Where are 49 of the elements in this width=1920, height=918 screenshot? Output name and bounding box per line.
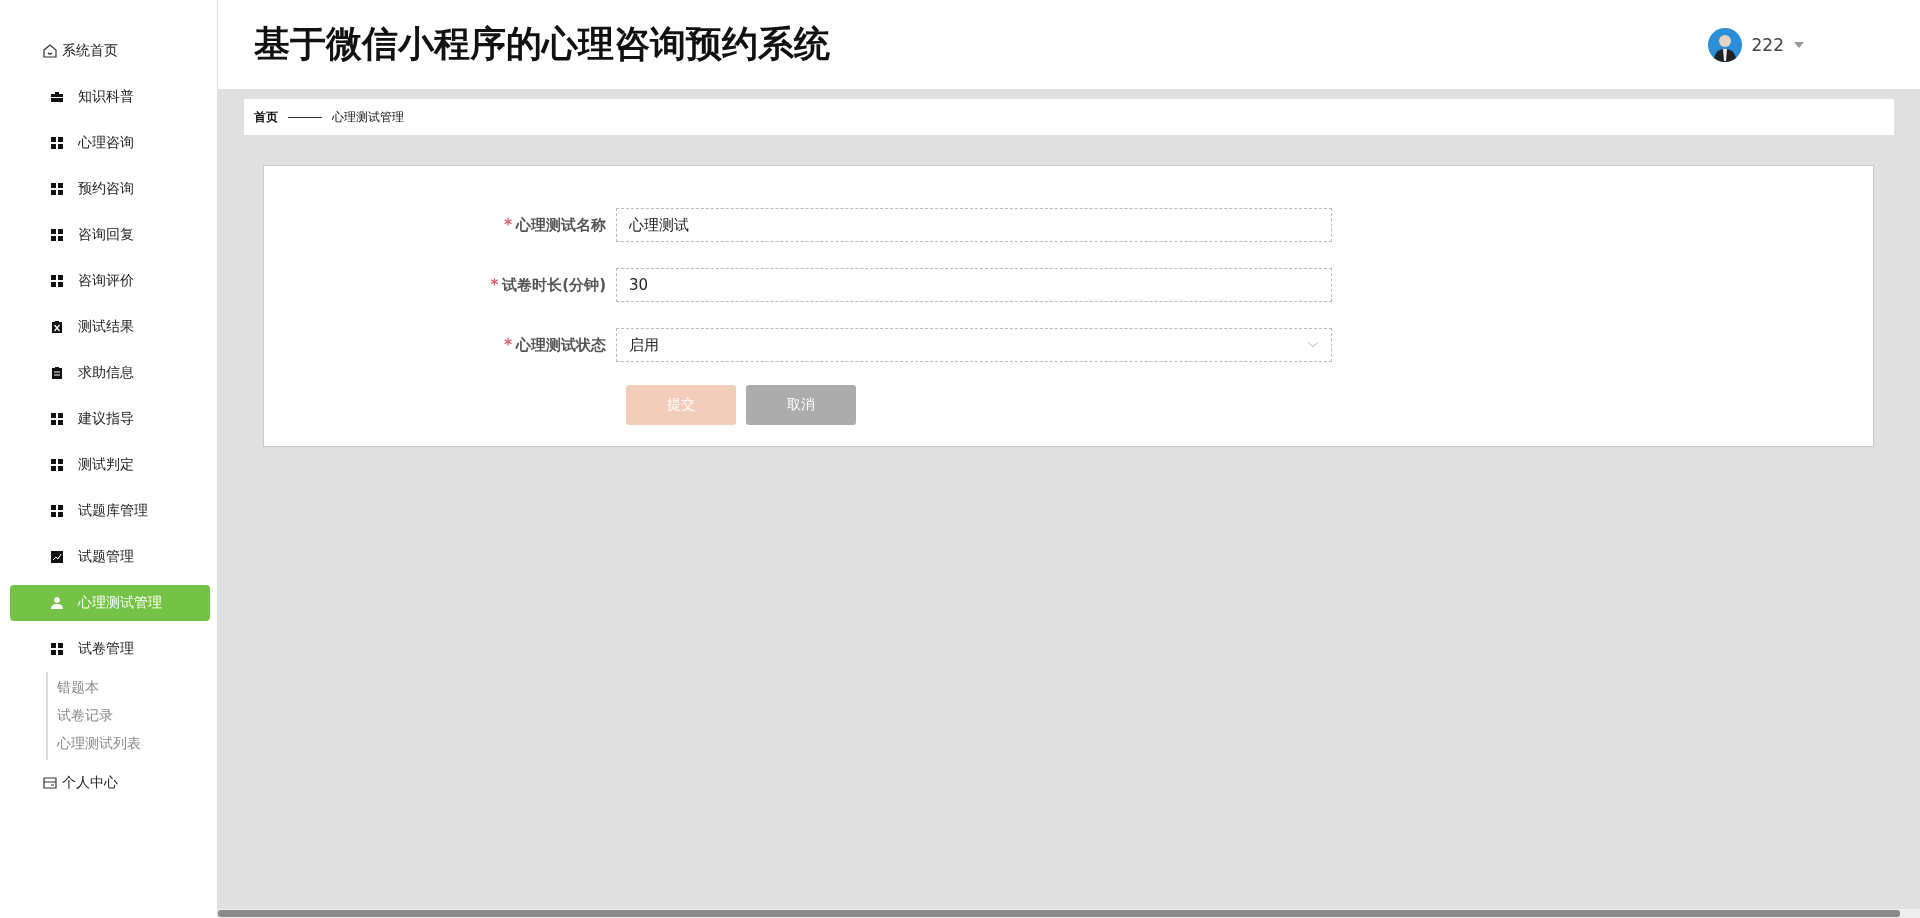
user-icon [50, 596, 64, 610]
chart-icon [50, 550, 64, 564]
home-icon [42, 43, 58, 59]
sidebar-item[interactable]: 知识科普 [10, 79, 210, 115]
field-label: 试卷时长(分钟) [502, 276, 606, 294]
submenu-item[interactable]: 试卷记录 [48, 702, 217, 730]
chevron-icon [1307, 341, 1319, 349]
grid-icon [50, 182, 64, 196]
field-label: 心理测试名称 [516, 216, 606, 234]
grid-icon [50, 136, 64, 150]
submenu-item[interactable]: 心理测试列表 [48, 730, 217, 758]
submenu-item[interactable]: 错题本 [48, 674, 217, 702]
sidebar-item[interactable]: 试题库管理 [10, 493, 210, 529]
card-icon [42, 775, 58, 791]
user-name[interactable]: 222 [1751, 34, 1784, 55]
input-field[interactable]: 心理测试 [616, 208, 1332, 242]
sidebar-item[interactable]: 试题管理 [10, 539, 210, 575]
required-mark: * [504, 216, 512, 234]
status-select[interactable]: 启用 [616, 328, 1332, 362]
grid-icon [50, 458, 64, 472]
scrollbar[interactable] [218, 909, 1920, 918]
sidebar-item[interactable]: 个人中心 [42, 765, 118, 801]
sidebar-item[interactable]: 测试判定 [10, 447, 210, 483]
caret-icon[interactable] [1794, 41, 1804, 48]
grid-icon [50, 274, 64, 288]
briefcase-icon [50, 90, 64, 104]
required-mark: * [504, 336, 512, 354]
sidebar-item[interactable]: 心理咨询 [10, 125, 210, 161]
input-field[interactable]: 30 [616, 268, 1332, 302]
sidebar-item[interactable]: 系统首页 [42, 33, 118, 69]
breadcrumb-item[interactable]: 首页 [254, 108, 278, 126]
grid-icon [50, 412, 64, 426]
sidebar-item[interactable]: 测试结果 [10, 309, 210, 345]
breadcrumb-item: 心理测试管理 [332, 108, 404, 126]
sidebar-item[interactable]: 试卷管理 [10, 631, 210, 667]
sidebar-item[interactable]: 建议指导 [10, 401, 210, 437]
sidebar-item[interactable]: 预约咨询 [10, 171, 210, 207]
clipboard-x-icon [50, 320, 64, 334]
clipboard-icon [50, 366, 64, 380]
sidebar-item[interactable]: 咨询回复 [10, 217, 210, 253]
required-mark: * [490, 276, 499, 294]
page-title: 基于微信小程序的心理咨询预约系统 [254, 22, 830, 66]
grid-icon [50, 228, 64, 242]
grid-icon [50, 504, 64, 518]
sidebar-item[interactable]: 求助信息 [10, 355, 210, 391]
sidebar-item[interactable]: 咨询评价 [10, 263, 210, 299]
grid-icon [50, 642, 64, 656]
avatar[interactable] [1707, 27, 1742, 62]
field-label: 心理测试状态 [516, 336, 606, 354]
